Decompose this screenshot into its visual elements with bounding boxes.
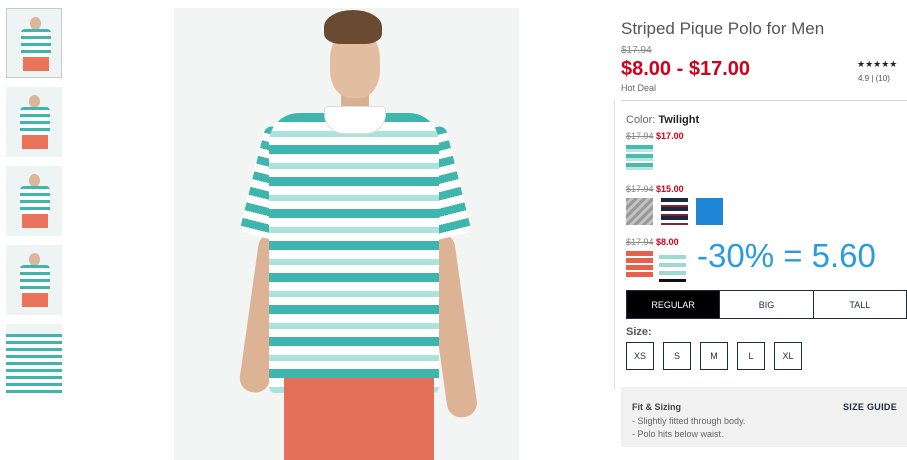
thumb-shirt — [21, 29, 51, 57]
size-xs-button[interactable]: XS — [626, 342, 654, 370]
thumb-side-view[interactable] — [6, 166, 62, 236]
size-options: XS S M L XL — [626, 342, 802, 370]
thumb-shirt — [20, 265, 50, 293]
rating-summary[interactable]: 4.9 | (10) — [858, 74, 890, 83]
thumb-detail-view[interactable] — [6, 324, 62, 394]
fit-sizing-panel: Fit & Sizing SIZE GUIDE - Slightly fitte… — [621, 387, 907, 447]
deal-badge: Hot Deal — [621, 83, 657, 93]
model-shorts — [284, 378, 434, 460]
thumb-shorts — [22, 293, 48, 307]
tier-now-price: $8.00 — [656, 237, 679, 247]
swatch-coral-stripe[interactable] — [626, 251, 653, 278]
swatch-mint-stripe[interactable] — [659, 251, 686, 278]
tab-regular[interactable]: REGULAR — [627, 291, 721, 318]
thumb-full-view[interactable] — [6, 87, 62, 157]
size-label: Size: — [626, 326, 652, 338]
color-label: Color: Twilight — [626, 114, 699, 126]
thumb-shirt — [6, 334, 62, 394]
main-product-image[interactable] — [174, 8, 519, 460]
swatch-grey[interactable] — [626, 198, 653, 225]
polo-collar — [324, 106, 386, 134]
swatch-navy-stripe[interactable] — [661, 198, 688, 225]
thumb-front-view[interactable] — [6, 8, 62, 78]
thumb-shorts — [22, 214, 48, 228]
price-tier-1: $17.94 $17.00 — [626, 131, 684, 141]
tier-now-price: $17.00 — [656, 131, 684, 141]
tier-was-price: $17.94 — [626, 237, 654, 247]
swatch-blue[interactable] — [696, 198, 723, 225]
thumb-shorts — [22, 135, 48, 149]
product-title: Striped Pique Polo for Men — [621, 19, 825, 38]
rating-stars-icon[interactable]: ★★★★★ — [857, 59, 897, 70]
tier-was-price: $17.94 — [626, 184, 654, 194]
panel-divider — [614, 100, 615, 390]
color-label-text: Color: — [626, 114, 656, 126]
tier-now-price: $15.00 — [656, 184, 684, 194]
fit-note-2: - Polo hits below waist. — [632, 429, 724, 439]
original-price: $17.94 — [621, 45, 652, 56]
size-l-button[interactable]: L — [737, 342, 765, 370]
price-tier-2: $17.94 $15.00 — [626, 184, 684, 194]
size-guide-link[interactable]: SIZE GUIDE — [843, 402, 897, 412]
thumb-shorts — [23, 57, 49, 71]
discount-overlay-text: -30% = 5.60 — [697, 237, 876, 274]
selected-color-name: Twilight — [658, 114, 700, 126]
sale-price: $8.00 - $17.00 — [621, 58, 750, 80]
model-hair — [324, 10, 382, 44]
fit-sizing-title: Fit & Sizing — [632, 402, 681, 412]
size-m-button[interactable]: M — [700, 342, 728, 370]
fit-tabs: REGULAR BIG TALL — [626, 290, 907, 319]
size-s-button[interactable]: S — [663, 342, 691, 370]
price-tier-3: $17.94 $8.00 — [626, 237, 679, 247]
size-xl-button[interactable]: XL — [774, 342, 802, 370]
tab-tall[interactable]: TALL — [814, 291, 906, 318]
swatch-selected-indicator — [659, 279, 686, 282]
fit-note-1: - Slightly fitted through body. — [632, 416, 746, 426]
tier-was-price: $17.94 — [626, 131, 654, 141]
section-divider — [621, 100, 907, 101]
thumb-shirt — [20, 107, 50, 135]
swatch-twilight[interactable] — [626, 145, 653, 172]
thumb-shirt — [20, 186, 50, 214]
tab-big[interactable]: BIG — [720, 291, 814, 318]
striped-polo-shirt — [269, 113, 439, 393]
thumb-back-view[interactable] — [6, 245, 62, 315]
